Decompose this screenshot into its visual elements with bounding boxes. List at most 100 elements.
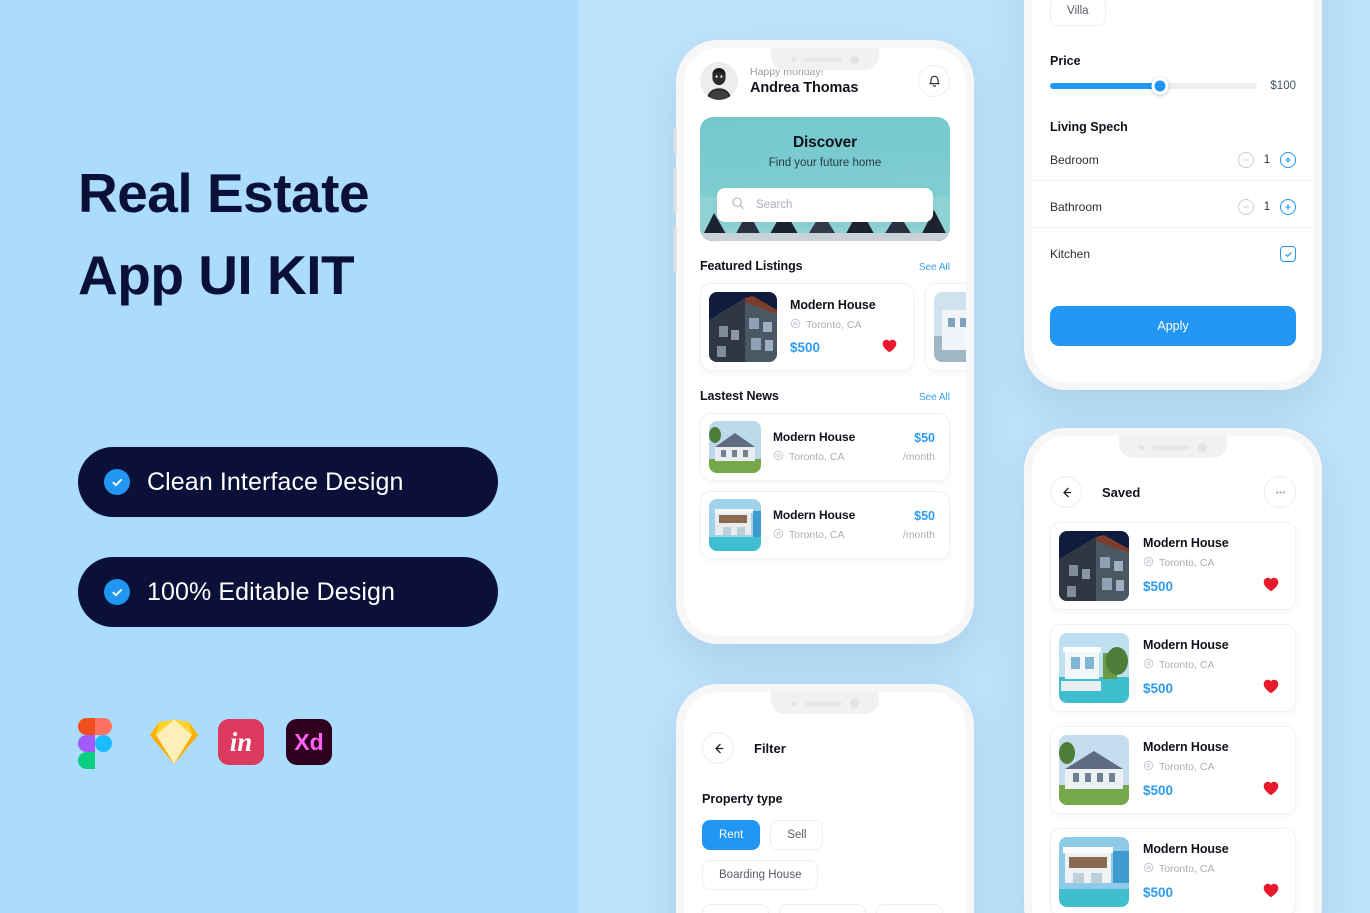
see-all-link-news[interactable]: See All	[919, 392, 950, 403]
increment-icon[interactable]	[1280, 199, 1296, 215]
slider-fill	[1050, 83, 1160, 89]
saved-item[interactable]: Modern House Toronto, CA $500	[1050, 522, 1296, 610]
see-all-link-featured[interactable]: See All	[919, 262, 950, 273]
news-period: /month	[902, 529, 935, 541]
listing-location: Toronto, CA	[790, 318, 905, 332]
saved-location: Toronto, CA	[1143, 658, 1287, 672]
saved-item[interactable]: Modern House Toronto, CA $500	[1050, 624, 1296, 712]
spec-row-bathroom: Bathroom 1	[1032, 199, 1314, 228]
location-pin-icon	[1143, 658, 1154, 672]
bell-icon[interactable]	[918, 65, 950, 97]
saved-item[interactable]: Modern House Toronto, CA $500	[1050, 726, 1296, 814]
slider-track[interactable]	[1050, 77, 1258, 95]
saved-title: Saved	[1102, 484, 1141, 500]
saved-thumbnail	[1059, 531, 1129, 601]
listing-card[interactable]: Modern House Toronto, CA $500	[700, 283, 914, 371]
more-horizontal-icon[interactable]	[1264, 476, 1296, 508]
listing-info: Modern House Toronto, CA $500	[790, 298, 905, 357]
sensor-dot-icon	[791, 700, 796, 706]
phone-notch	[771, 48, 879, 70]
favorite-heart-icon[interactable]	[1263, 679, 1279, 698]
saved-info: Modern House Toronto, CA $500	[1143, 740, 1287, 800]
search-icon	[731, 196, 745, 215]
location-text: Toronto, CA	[1159, 659, 1215, 671]
section-title: Lastest News	[700, 389, 779, 403]
saved-name: Modern House	[1143, 638, 1229, 652]
phone-frame-filter: Filter Property type Rent Sell Boarding …	[676, 684, 974, 913]
saved-footer: $500	[1143, 883, 1287, 902]
favorite-heart-icon[interactable]	[1263, 883, 1279, 902]
arrow-left-icon[interactable]	[702, 732, 734, 764]
sensor-dot-icon	[791, 56, 796, 62]
chip-sell[interactable]: Sell	[770, 820, 824, 850]
arrow-left-icon[interactable]	[1050, 476, 1082, 508]
saved-price: $500	[1143, 885, 1174, 900]
adobexd-icon: Xd	[286, 719, 332, 765]
slider-knob[interactable]	[1151, 77, 1169, 95]
filter-screen: Filter Property type Rent Sell Boarding …	[684, 692, 966, 913]
listing-price: $500	[790, 340, 821, 355]
check-circle-icon	[104, 579, 130, 605]
location-pin-icon	[790, 318, 801, 332]
phone-side-button	[674, 128, 677, 154]
chip-studio[interactable]: Studio	[876, 904, 943, 913]
phone-frame-home: Happy monday! Andrea Thomas Discover Fin…	[674, 40, 974, 644]
badge-label: Clean Interface Design	[147, 467, 404, 496]
price-label: Price	[1050, 54, 1081, 68]
listing-footer: $500	[790, 339, 905, 357]
saved-thumbnail	[1059, 837, 1129, 907]
saved-footer: $500	[1143, 679, 1287, 698]
decrement-icon[interactable]	[1238, 199, 1254, 215]
apply-button[interactable]: Apply	[1050, 306, 1296, 346]
spec-label: Bedroom	[1050, 153, 1099, 167]
featured-section-header: Featured Listings See All	[684, 259, 966, 273]
promo-panel: Real Estate App UI KIT Clean Interface D…	[78, 0, 548, 913]
saved-location: Toronto, CA	[1143, 862, 1287, 876]
sensor-dot-icon	[1139, 444, 1144, 450]
saved-name: Modern House	[1143, 740, 1229, 754]
news-item[interactable]: Modern House Toronto, CA $50 /month	[700, 413, 950, 481]
speaker-bar	[804, 56, 842, 62]
location-text: Toronto, CA	[789, 451, 845, 463]
news-price-block: $50 /month	[903, 431, 941, 463]
favorite-heart-icon[interactable]	[1263, 577, 1279, 596]
spec-label: Kitchen	[1050, 247, 1091, 261]
price-slider[interactable]: $100	[1032, 77, 1314, 95]
news-title: Modern House	[773, 430, 856, 444]
chip-rent[interactable]: Rent	[702, 820, 761, 850]
camera-dot-icon	[850, 54, 859, 64]
chip-villa[interactable]: Villa	[1050, 0, 1106, 26]
camera-dot-icon	[850, 698, 859, 708]
speaker-bar	[804, 700, 842, 706]
screenshot-stage: Real Estate App UI KIT Clean Interface D…	[0, 0, 1370, 913]
location-pin-icon	[1143, 862, 1154, 876]
listing-name: Modern House	[790, 297, 876, 312]
kitchen-checkbox[interactable]	[1280, 246, 1296, 262]
listing-card[interactable]: Modern House Toronto, CA $500	[925, 283, 966, 371]
chip-apartment[interactable]: Apartment	[779, 904, 867, 913]
property-type-chips-row-1[interactable]: Rent Sell Boarding House	[684, 820, 966, 890]
featured-listings-row[interactable]: Modern House Toronto, CA $500	[684, 283, 966, 371]
search-input[interactable]: Search	[717, 188, 933, 222]
home-screen: Happy monday! Andrea Thomas Discover Fin…	[684, 48, 966, 636]
chip-house[interactable]: House	[702, 904, 770, 913]
spec-label: Bathroom	[1050, 200, 1103, 214]
avatar[interactable]	[700, 62, 738, 100]
property-type-chips-row-2[interactable]: House Apartment Studio	[684, 904, 966, 913]
news-item[interactable]: Modern House Toronto, CA $50 /month	[700, 491, 950, 559]
increment-icon[interactable]	[1280, 152, 1296, 168]
living-spec-label: Living Spech	[1050, 120, 1128, 134]
property-type-chips-row-3[interactable]: Villa	[1032, 0, 1314, 26]
location-pin-icon	[773, 528, 784, 542]
location-text: Toronto, CA	[1159, 761, 1215, 773]
phone-side-button	[674, 168, 677, 214]
favorite-heart-icon[interactable]	[882, 339, 897, 357]
chip-boarding-house[interactable]: Boarding House	[702, 860, 819, 890]
decrement-icon[interactable]	[1238, 152, 1254, 168]
saved-price: $500	[1143, 579, 1174, 594]
favorite-heart-icon[interactable]	[1263, 781, 1279, 800]
saved-info: Modern House Toronto, CA $500	[1143, 638, 1287, 698]
saved-item[interactable]: Modern House Toronto, CA $500	[1050, 828, 1296, 913]
location-text: Toronto, CA	[1159, 863, 1215, 875]
saved-info: Modern House Toronto, CA $500	[1143, 536, 1287, 596]
